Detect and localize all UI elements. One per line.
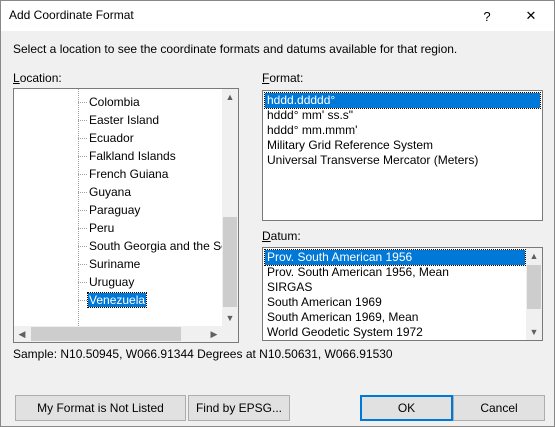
datum-item[interactable]: Prov. South American 1956, Mean: [265, 265, 525, 280]
scroll-left-icon[interactable]: ◀: [14, 326, 30, 342]
location-item[interactable]: Peru: [88, 219, 115, 237]
location-item-label: Guyana: [89, 185, 132, 199]
location-item[interactable]: South Georgia and the South: [88, 237, 239, 255]
format-item[interactable]: Universal Transverse Mercator (Meters): [265, 153, 540, 168]
format-label-rest: ormat:: [269, 71, 304, 85]
location-item[interactable]: French Guiana: [88, 165, 169, 183]
format-not-listed-button[interactable]: My Format is Not Listed: [15, 395, 186, 421]
format-item[interactable]: hddd° mm' ss.s": [265, 108, 540, 123]
location-item-label: South Georgia and the South: [89, 239, 239, 253]
datum-label: Datum:: [262, 229, 301, 243]
scroll-up-icon[interactable]: ▲: [526, 248, 542, 264]
location-item[interactable]: Paraguay: [88, 201, 141, 219]
tree-connector: [78, 138, 87, 139]
instructions-text: Select a location to see the coordinate …: [13, 42, 458, 56]
find-by-epsg-button[interactable]: Find by EPSG...: [188, 395, 290, 421]
help-button[interactable]: ?: [464, 1, 510, 31]
title-bar[interactable]: Add Coordinate Format ? ✕: [1, 1, 554, 31]
location-item[interactable]: Guyana: [88, 183, 132, 201]
scroll-up-icon[interactable]: ▲: [222, 89, 238, 105]
location-scroll-thumb[interactable]: [223, 217, 237, 307]
location-item-label: Uruguay: [89, 275, 135, 289]
location-item-label: Colombia: [89, 95, 140, 109]
window-title: Add Coordinate Format: [9, 8, 134, 22]
location-label-accesskey: L: [13, 71, 20, 85]
datum-item[interactable]: South American 1969: [265, 295, 525, 310]
tree-connector: [78, 174, 87, 175]
datum-label-rest: atum:: [270, 229, 301, 243]
tree-connector: [78, 228, 87, 229]
location-item-label: Peru: [89, 221, 115, 235]
tree-connector: [78, 192, 87, 193]
tree-connector: [78, 282, 87, 283]
location-item-label: Paraguay: [89, 203, 141, 217]
location-item[interactable]: Uruguay: [88, 273, 135, 291]
scroll-down-icon[interactable]: ▼: [526, 324, 542, 340]
close-icon[interactable]: ✕: [508, 1, 554, 31]
tree-connector: [78, 156, 87, 157]
tree-connector: [78, 210, 87, 211]
location-item-label: French Guiana: [89, 167, 169, 181]
location-item-label: Easter Island: [89, 113, 160, 127]
format-label: Format:: [262, 71, 303, 85]
tree-connector: [78, 264, 87, 265]
datum-item[interactable]: South American 1969, Mean: [265, 310, 525, 325]
tree-connector: [78, 246, 87, 247]
location-hscroll-thumb[interactable]: [31, 327, 181, 341]
location-item-label: Ecuador: [89, 131, 134, 145]
tree-connector: [78, 102, 87, 103]
location-horizontal-scrollbar[interactable]: ◀ ▶: [14, 326, 222, 342]
location-item[interactable]: Colombia: [88, 93, 141, 111]
location-item-label: Suriname: [89, 257, 141, 271]
scroll-right-icon[interactable]: ▶: [206, 326, 222, 342]
datum-label-accesskey: D: [262, 229, 271, 243]
format-list[interactable]: hddd.ddddd° hddd° mm' ss.s" hddd° mm.mmm' M…: [262, 90, 543, 221]
location-item[interactable]: Suriname: [88, 255, 141, 273]
format-item[interactable]: hddd° mm.mmm': [265, 123, 540, 138]
format-item[interactable]: Military Grid Reference System: [265, 138, 540, 153]
add-coordinate-format-dialog: Add Coordinate Format ? ✕ Select a locat…: [0, 0, 555, 427]
location-item[interactable]: Falkland Islands: [88, 147, 177, 165]
datum-list[interactable]: Prov. South American 1956 Prov. South Ame…: [262, 247, 543, 341]
format-item[interactable]: hddd.ddddd°: [264, 92, 541, 109]
location-item-label: Falkland Islands: [89, 149, 176, 163]
location-item[interactable]: Ecuador: [88, 129, 135, 147]
datum-item[interactable]: SIRGAS: [265, 280, 525, 295]
tree-guide-line: [78, 89, 79, 342]
location-label-rest: ocation:: [19, 71, 62, 85]
datum-vertical-scrollbar[interactable]: ▲ ▼: [526, 248, 542, 340]
location-vertical-scrollbar[interactable]: ▲ ▼: [222, 89, 238, 326]
tree-connector: [78, 300, 87, 301]
scroll-down-icon[interactable]: ▼: [222, 310, 238, 326]
sample-text: Sample: N10.50945, W066.91344 Degrees at…: [13, 347, 393, 361]
datum-item[interactable]: World Geodetic System 1972: [265, 325, 525, 340]
location-item[interactable]: Venezuela: [86, 291, 148, 309]
datum-item[interactable]: Prov. South American 1956: [264, 249, 526, 266]
location-label: Location:: [13, 71, 62, 85]
location-item[interactable]: Easter Island: [88, 111, 160, 129]
tree-connector: [78, 120, 87, 121]
datum-scroll-thumb[interactable]: [527, 265, 541, 309]
scroll-corner: [222, 326, 238, 342]
location-item-label: Venezuela: [86, 292, 148, 308]
cancel-button[interactable]: Cancel: [453, 395, 545, 421]
location-tree[interactable]: Colombia Easter Island Ecuador Falkland Isl…: [13, 88, 239, 343]
ok-button[interactable]: OK: [360, 395, 453, 421]
